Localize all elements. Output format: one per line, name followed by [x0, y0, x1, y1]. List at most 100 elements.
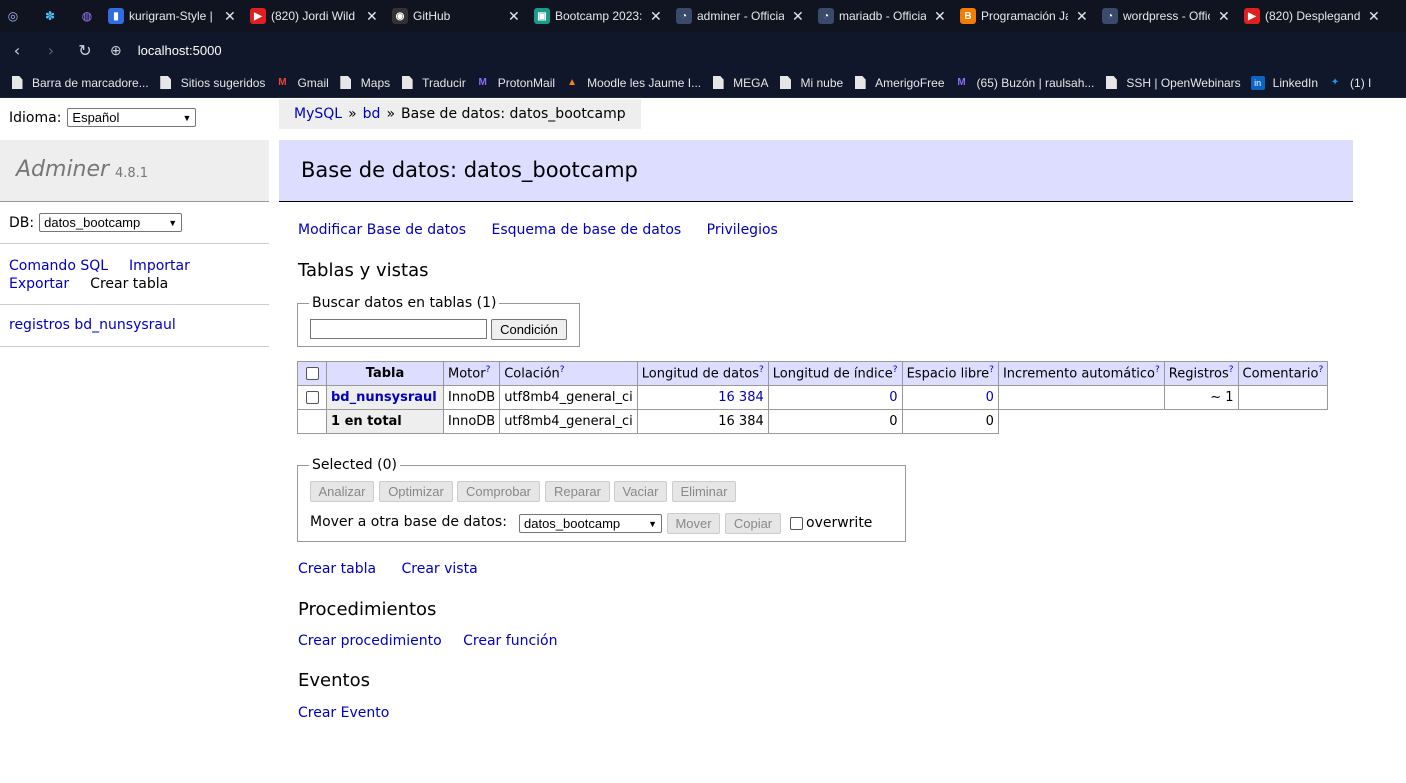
bookmark-item[interactable]: ▲ Moodle les Jaume I... — [565, 76, 701, 90]
reload-icon[interactable]: ↻ — [68, 41, 102, 60]
bookmark-item[interactable]: Traducir — [400, 76, 466, 90]
language-select[interactable]: Español ▼ — [67, 108, 197, 127]
browser-tab[interactable]: ▶ (820) Desplegand ✕ — [1236, 0, 1386, 32]
select-all-checkbox[interactable] — [305, 367, 319, 380]
browser-tab[interactable]: ▣ Bootcamp 2023: ✕ — [526, 0, 668, 32]
help-icon[interactable]: ? — [1155, 365, 1160, 375]
browser-tab[interactable]: ▮ kurigram-Style | ✕ — [100, 0, 242, 32]
index-length-link[interactable]: 0 — [889, 390, 897, 405]
create-event-link[interactable]: Crear Evento — [298, 705, 389, 721]
bookmark-item[interactable]: ✦ (1) I — [1328, 76, 1372, 90]
pinned-tab-icon[interactable]: ✽ — [26, 0, 74, 32]
close-tab-icon[interactable]: ✕ — [366, 8, 380, 25]
free-space-link[interactable]: 0 — [986, 390, 994, 405]
close-tab-icon[interactable]: ✕ — [1368, 8, 1382, 25]
app-name[interactable]: Adminer — [16, 157, 109, 182]
browser-tab[interactable]: ◔ mariadb - Officia ✕ — [810, 0, 952, 32]
help-icon[interactable]: ? — [560, 365, 565, 375]
bookmark-item[interactable]: Barra de marcadore... — [10, 76, 149, 90]
back-icon[interactable]: ‹ — [0, 41, 34, 60]
browser-tab[interactable]: ◔ wordpress - Offic ✕ — [1094, 0, 1236, 32]
table-name-link[interactable]: bd_nunsysraul — [331, 390, 437, 405]
total-empty-cell — [297, 409, 327, 434]
close-tab-icon[interactable]: ✕ — [934, 8, 948, 25]
divider — [0, 346, 269, 347]
analyze-button[interactable]: Analizar — [310, 481, 374, 502]
data-length-link[interactable]: 16 384 — [718, 390, 764, 405]
bookmark-item[interactable]: Maps — [339, 76, 390, 90]
pinned-tab-proton-icon[interactable]: ◍ — [74, 0, 100, 32]
bookmark-item[interactable]: M Gmail — [275, 76, 329, 90]
move-button[interactable]: Mover — [667, 513, 720, 534]
truncate-button[interactable]: Vaciar — [614, 481, 667, 502]
help-icon[interactable]: ? — [486, 365, 491, 375]
optimize-button[interactable]: Optimizar — [379, 481, 453, 502]
tab-title: (820) Jordi Wild | — [271, 9, 358, 23]
create-procedure-link[interactable]: Crear procedimiento — [298, 633, 442, 649]
browser-tab[interactable]: ▶ (820) Jordi Wild | ✕ — [242, 0, 384, 32]
close-tab-icon[interactable]: ✕ — [650, 8, 664, 25]
tab-search-icon[interactable]: ◎ — [0, 0, 26, 32]
condition-button[interactable]: Condición — [491, 319, 567, 340]
import-link[interactable]: Importar — [129, 258, 190, 274]
page-header: Base de datos: datos_bootcamp — [279, 140, 1353, 202]
bookmark-item[interactable]: in LinkedIn — [1250, 75, 1318, 90]
app-version: 4.8.1 — [115, 166, 149, 181]
check-button[interactable]: Comprobar — [457, 481, 540, 502]
sql-command-link[interactable]: Comando SQL — [9, 258, 108, 274]
browser-tab[interactable]: B Programación Ja ✕ — [952, 0, 1094, 32]
sidebar-table-link[interactable]: registros bd_nunsysraul — [9, 317, 176, 333]
breadcrumb-mysql[interactable]: MySQL — [294, 106, 342, 122]
help-icon[interactable]: ? — [893, 365, 898, 375]
copy-button[interactable]: Copiar — [725, 513, 781, 534]
db-select[interactable]: datos_bootcamp ▼ — [39, 213, 183, 232]
close-tab-icon[interactable]: ✕ — [1076, 8, 1090, 25]
close-tab-icon[interactable]: ✕ — [508, 8, 522, 25]
bookmark-item[interactable]: M (65) Buzón | raulsah... — [955, 76, 1094, 90]
tables-heading: Tablas y vistas — [298, 260, 429, 281]
help-icon[interactable]: ? — [759, 365, 764, 375]
forward-icon[interactable]: › — [34, 41, 68, 60]
export-link[interactable]: Exportar — [9, 276, 69, 292]
drop-button[interactable]: Eliminar — [672, 481, 736, 502]
overwrite-checkbox[interactable] — [790, 516, 803, 530]
tab-favicon-icon: ▶ — [250, 8, 266, 24]
tables-table: Tabla Motor? Colación? Longitud de datos… — [297, 361, 1329, 434]
col-engine: Motor? — [442, 361, 501, 386]
alter-database-link[interactable]: Modificar Base de datos — [298, 222, 466, 238]
total-collation: utf8mb4_general_ci — [499, 409, 638, 434]
move-db-select[interactable]: datos_bootcamp ▼ — [519, 514, 662, 533]
search-legend: Buscar datos en tablas (1) — [312, 295, 497, 311]
tab-favicon-icon: ▶ — [1244, 8, 1260, 24]
browser-tab[interactable]: ◔ adminer - Officia ✕ — [668, 0, 810, 32]
row-checkbox[interactable] — [305, 391, 319, 404]
bookmark-item[interactable]: Sitios sugeridos — [159, 76, 265, 90]
create-view-link[interactable]: Crear vista — [402, 561, 478, 577]
help-icon[interactable]: ? — [1229, 365, 1234, 375]
close-tab-icon[interactable]: ✕ — [1218, 8, 1232, 25]
breadcrumb-bd[interactable]: bd — [363, 106, 381, 122]
close-tab-icon[interactable]: ✕ — [224, 8, 238, 25]
help-icon[interactable]: ? — [1318, 365, 1323, 375]
bookmark-item[interactable]: MEGA — [711, 76, 768, 90]
address-bar[interactable]: ⊕ localhost:5000 — [110, 42, 222, 59]
overwrite-label: overwrite — [806, 515, 873, 531]
create-table-link[interactable]: Crear tabla — [298, 561, 376, 577]
bookmark-item[interactable]: M ProtonMail — [476, 76, 556, 90]
privileges-link[interactable]: Privilegios — [707, 222, 778, 238]
db-value: datos_bootcamp — [44, 215, 141, 230]
sidebar-create-table-link[interactable]: Crear tabla — [90, 276, 168, 292]
total-free-space: 0 — [901, 409, 999, 434]
bookmarks-bar: Barra de marcadore... Sitios sugeridos M Gm… — [0, 68, 1406, 98]
browser-tab[interactable]: ◉ GitHub ✕ — [384, 0, 526, 32]
help-icon[interactable]: ? — [989, 365, 994, 375]
search-input[interactable] — [310, 319, 487, 339]
repair-button[interactable]: Reparar — [545, 481, 610, 502]
bookmark-item[interactable]: SSH | OpenWebinars — [1104, 76, 1241, 90]
site-info-icon[interactable]: ⊕ — [110, 42, 122, 59]
close-tab-icon[interactable]: ✕ — [792, 8, 806, 25]
bookmark-item[interactable]: Mi nube — [778, 76, 843, 90]
create-function-link[interactable]: Crear función — [463, 633, 557, 649]
bookmark-item[interactable]: AmerigoFree — [853, 76, 945, 90]
schema-link[interactable]: Esquema de base de datos — [491, 222, 681, 238]
